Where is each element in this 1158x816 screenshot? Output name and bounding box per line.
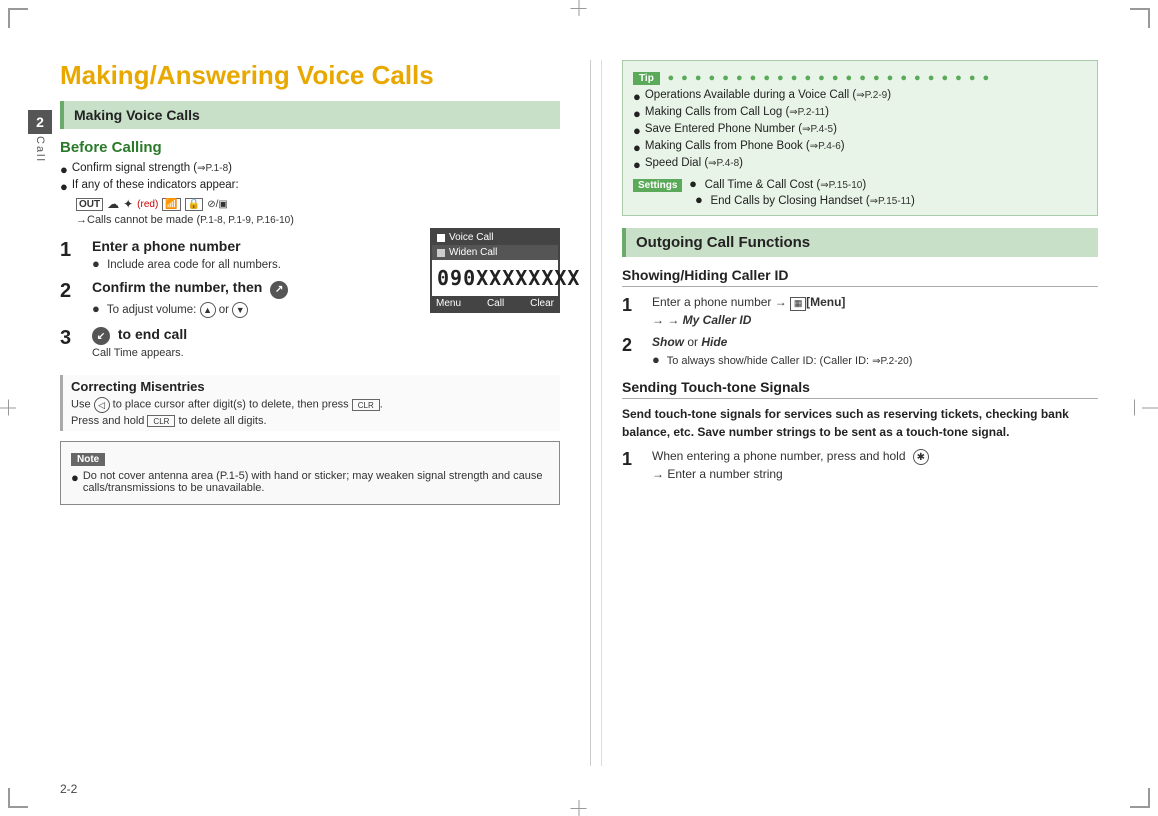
touch-step-1-content: When entering a phone number, press and … (652, 449, 1098, 482)
page-number: 2-2 (60, 782, 77, 796)
tip-settings-item2: ● End Calls by Closing Handset (⇒P.15-11… (695, 192, 1087, 207)
note-item: ● Do not cover antenna area (P.1-5) with… (71, 470, 549, 494)
before-calling-bullet2: ● If any of these indicators appear: (60, 179, 560, 194)
steps-with-image: 1 Enter a phone number ● Include area co… (60, 238, 560, 367)
caller-id-title: Showing/Hiding Caller ID (622, 267, 1098, 287)
caller-step-1-text: Enter a phone number → ▦[Menu] (652, 295, 1098, 311)
before-calling-title: Before Calling (60, 139, 560, 156)
volume-down-icon: ▼ (232, 302, 248, 318)
touch-tone-section: Sending Touch-tone Signals Send touch-to… (622, 379, 1098, 482)
step-2-detail: ● To adjust volume: ▲ or ▼ (92, 301, 420, 318)
left-center-mark (0, 408, 16, 409)
call-button-icon: ↗ (270, 281, 288, 299)
caller-id-section: Showing/Hiding Caller ID 1 Enter a phone… (622, 267, 1098, 367)
indicators-row: OUT ☁ ✦ (red) 📶 🔒 ⊘/▣ (76, 197, 560, 211)
bottom-center-mark (579, 800, 580, 816)
content-area: Making/Answering Voice Calls Making Voic… (60, 60, 1098, 766)
outgoing-call-functions-header: Outgoing Call Functions (622, 228, 1098, 257)
before-calling-section: Before Calling ● Confirm signal strength… (60, 139, 560, 226)
touch-step-1-arrow: → Enter a number string (652, 467, 1098, 481)
tip-item-1: ● Operations Available during a Voice Ca… (633, 89, 1087, 104)
caller-step-2-text: Show or Hide (652, 335, 1098, 349)
right-center-mark (1142, 408, 1158, 409)
tip-settings-row: Settings ● Call Time & Call Cost (⇒P.15-… (633, 176, 1087, 192)
corner-mark-bl (8, 788, 28, 808)
phone-bottom-bar: Menu Call Clear (432, 296, 558, 311)
steps-text: 1 Enter a phone number ● Include area co… (60, 238, 420, 367)
tip-item-5: ● Speed Dial (⇒P.4-8) (633, 157, 1087, 172)
step-1-detail: ● Include area code for all numbers. (92, 256, 420, 271)
correcting-box: Correcting Misentries Use ◁ to place cur… (60, 375, 560, 431)
phone-display: Voice Call Widen Call 090XXXXXXXX Menu C… (430, 228, 560, 313)
note-box: Note ● Do not cover antenna area (P.1-5)… (60, 441, 560, 505)
end-call-icon: ↙ (92, 327, 110, 345)
section-header-making-voice-calls: Making Voice Calls (60, 101, 560, 129)
tip-item-2: ● Making Calls from Call Log (⇒P.2-11) (633, 106, 1087, 121)
chapter-number: 2 (28, 110, 52, 134)
column-divider (590, 60, 591, 766)
widen-icon (437, 249, 445, 257)
caller-step-1: 1 Enter a phone number → ▦[Menu] → → My … (622, 295, 1098, 327)
touch-step-1-text: When entering a phone number, press and … (652, 449, 1098, 466)
step-1: 1 Enter a phone number ● Include area co… (60, 238, 420, 271)
corner-mark-tl (8, 8, 28, 28)
caller-step-2: 2 Show or Hide ● To always show/hide Cal… (622, 335, 1098, 367)
corner-mark-br (1130, 788, 1150, 808)
right-column: Tip ● ● ● ● ● ● ● ● ● ● ● ● ● ● ● ● ● ● … (601, 60, 1098, 766)
caller-step-2-content: Show or Hide ● To always show/hide Calle… (652, 335, 1098, 367)
touch-tone-description: Send touch-tone signals for services suc… (622, 405, 1098, 441)
touch-tone-title: Sending Touch-tone Signals (622, 379, 1098, 399)
correcting-line2: Press and hold CLR to delete all digits. (71, 415, 552, 427)
tip-item-3: ● Save Entered Phone Number (⇒P.4-5) (633, 123, 1087, 138)
chapter-sidebar: 2 Call (28, 110, 52, 163)
phone-menu-row: Widen Call (432, 245, 558, 260)
left-column: Making/Answering Voice Calls Making Voic… (60, 60, 580, 766)
caller-step-1-content: Enter a phone number → ▦[Menu] → → My Ca… (652, 295, 1098, 327)
correcting-line1: Use ◁ to place cursor after digit(s) to … (71, 397, 552, 413)
top-center-mark (579, 0, 580, 16)
corner-mark-tr (1130, 8, 1150, 28)
caller-step-2-detail: ● To always show/hide Caller ID: (Caller… (652, 352, 1098, 367)
before-calling-arrow-note: →Calls cannot be made (P.1-8, P.1-9, P.1… (76, 214, 560, 226)
step-3: 3 ↙ to end call Call Time appears. (60, 326, 420, 360)
step-1-content: Enter a phone number ● Include area code… (92, 238, 420, 271)
menu-icon: ▦ (790, 297, 806, 311)
tip-header-row: Tip ● ● ● ● ● ● ● ● ● ● ● ● ● ● ● ● ● ● … (633, 69, 1087, 89)
phone-icon (437, 234, 445, 242)
step-2-content: Confirm the number, then ↗ ● To adjust v… (92, 279, 420, 318)
phone-title-bar: Voice Call (432, 230, 558, 245)
tip-item-4: ● Making Calls from Phone Book (⇒P.4-6) (633, 140, 1087, 155)
touch-step-1: 1 When entering a phone number, press an… (622, 449, 1098, 482)
caller-step-1-arrow: → → My Caller ID (652, 313, 1098, 327)
asterisk-icon: ✱ (913, 449, 929, 465)
before-calling-bullet1: ● Confirm signal strength (⇒P.1-8) (60, 162, 560, 177)
tip-box: Tip ● ● ● ● ● ● ● ● ● ● ● ● ● ● ● ● ● ● … (622, 60, 1098, 216)
page-title: Making/Answering Voice Calls (60, 60, 560, 91)
step-3-content: ↙ to end call Call Time appears. (92, 326, 420, 360)
step-2: 2 Confirm the number, then ↗ ● To adjust… (60, 279, 420, 318)
phone-number: 090XXXXXXXX (432, 260, 558, 296)
volume-up-icon: ▲ (200, 302, 216, 318)
chapter-label: Call (34, 136, 46, 163)
